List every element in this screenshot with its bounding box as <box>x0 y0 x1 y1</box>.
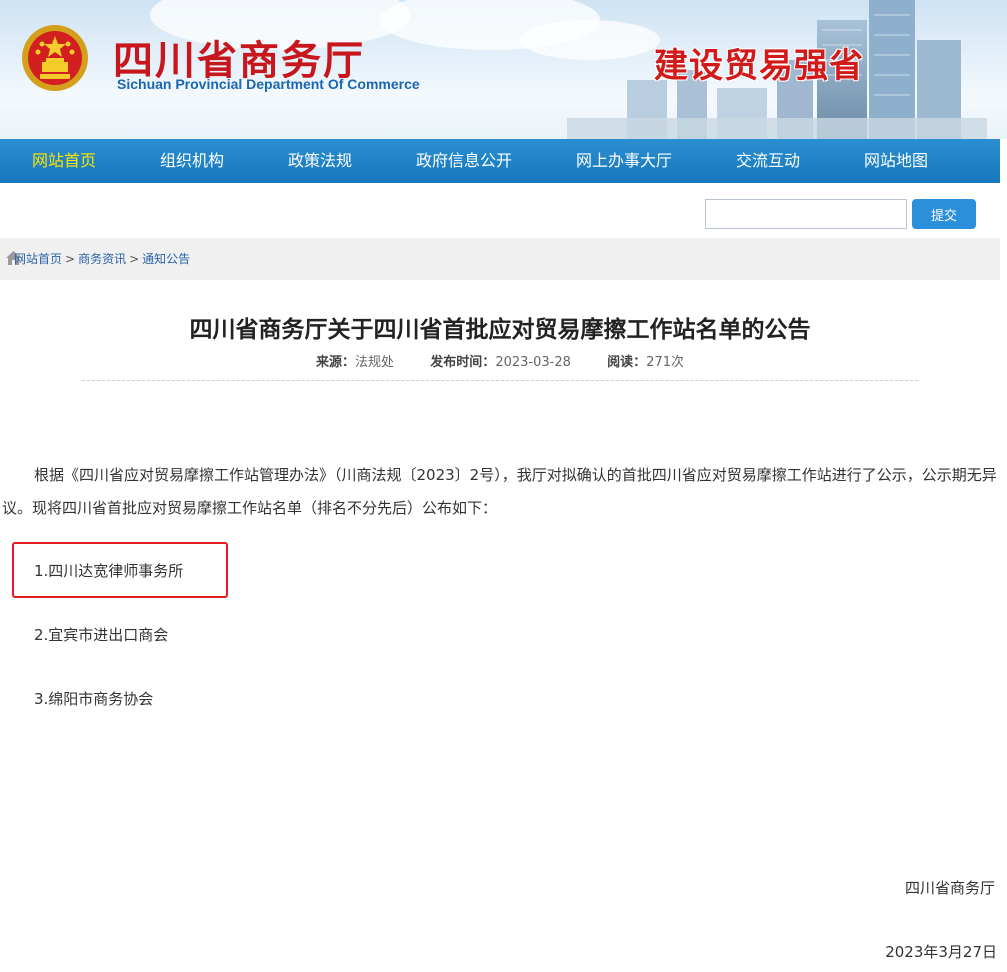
article-meta: 来源：法规处 发布时间：2023-03-28 阅读：271次 <box>0 351 1000 370</box>
header-banner: 四川省商务厅 Sichuan Provincial Department Of … <box>0 0 1007 139</box>
nav-item-home[interactable]: 网站首页 <box>32 139 96 183</box>
breadcrumb-separator: > <box>129 252 140 266</box>
reads-value: 271次 <box>646 355 684 370</box>
search-input[interactable] <box>705 199 907 229</box>
banner-slogan: 建设贸易强省 <box>654 46 864 86</box>
article-title: 四川省商务厅关于四川省首批应对贸易摩擦工作站名单的公告 <box>189 317 811 343</box>
source-value: 法规处 <box>355 355 395 370</box>
title-divider <box>82 380 918 381</box>
date-value: 2023-03-28 <box>495 355 571 370</box>
nav-item-interaction[interactable]: 交流互动 <box>736 139 800 183</box>
list-item: 2.宜宾市进出口商会 <box>34 626 169 644</box>
reads-label: 阅读： <box>607 355 647 370</box>
list-item: 1.四川达宽律师事务所 <box>34 562 184 580</box>
search-bar: 提交 <box>0 183 1000 238</box>
article-intro-paragraph: 根据《四川省应对贸易摩擦工作站管理办法》（川商法规〔2023〕2号），我厅对拟确… <box>2 466 997 517</box>
nav-item-organization[interactable]: 组织机构 <box>160 139 224 183</box>
source-label: 来源： <box>315 355 355 370</box>
main-navigation: 网站首页 组织机构 政策法规 政府信息公开 网上办事大厅 交流互动 网站地图 <box>0 139 1000 183</box>
nav-item-online-services[interactable]: 网上办事大厅 <box>576 139 672 183</box>
national-emblem-logo <box>22 25 88 91</box>
list-item: 3.绵阳市商务协会 <box>34 690 154 708</box>
article-signature: 四川省商务厅 <box>904 879 995 897</box>
date-label: 发布时间： <box>430 355 496 370</box>
search-submit-button[interactable]: 提交 <box>912 199 976 229</box>
nav-item-policies[interactable]: 政策法规 <box>288 139 352 183</box>
breadcrumb: 网站首页 > 商务资讯 > 通知公告 <box>0 238 1000 280</box>
nav-item-sitemap[interactable]: 网站地图 <box>864 139 928 183</box>
breadcrumb-separator: > <box>65 252 76 266</box>
breadcrumb-news[interactable]: 商务资讯 <box>78 252 126 266</box>
nav-item-info-disclosure[interactable]: 政府信息公开 <box>416 139 512 183</box>
breadcrumb-notices[interactable]: 通知公告 <box>142 252 190 266</box>
site-subtitle: Sichuan Provincial Department Of Commerc… <box>117 76 420 92</box>
breadcrumb-home[interactable]: 网站首页 <box>14 252 62 266</box>
article-sign-date: 2023年3月27日 <box>885 943 997 961</box>
